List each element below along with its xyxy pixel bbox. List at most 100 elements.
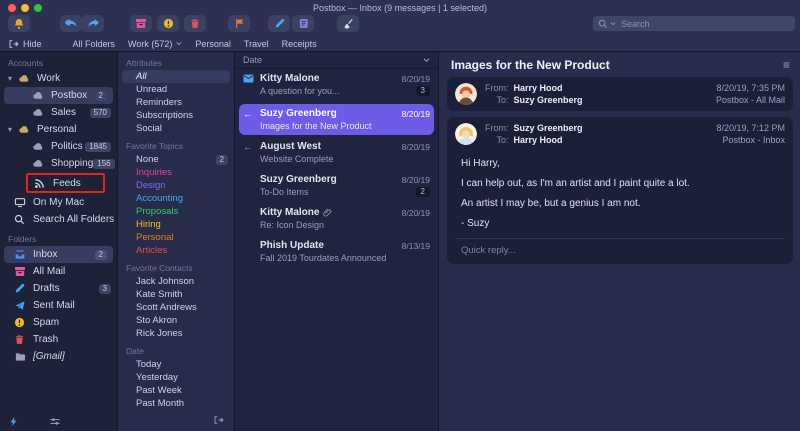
attribute-social[interactable]: Social <box>118 122 234 135</box>
sidebar-item-trash[interactable]: Trash <box>0 331 117 348</box>
attribute-reminders[interactable]: Reminders <box>118 96 234 109</box>
message-row-selected[interactable]: ← Suzy Greenberg 8/20/19 Images for the … <box>239 104 434 135</box>
search-field[interactable] <box>593 16 795 31</box>
cloud-folder-icon <box>32 90 45 102</box>
folder-label: Inbox <box>33 249 57 260</box>
sidebar-item-feeds[interactable]: Feeds <box>28 175 103 191</box>
filter-settings-button[interactable] <box>49 416 61 427</box>
message-row[interactable]: Phish Update 8/13/19 Fall 2019 Tourdates… <box>235 236 438 269</box>
sidebar-item-search-all-folders[interactable]: Search All Folders <box>0 211 117 228</box>
sidebar-item-politics[interactable]: Politics 1845 <box>0 138 117 155</box>
search-all-folders-label: Search All Folders <box>33 214 114 225</box>
folder-icon <box>14 351 27 363</box>
disclosure-triangle-icon[interactable]: ▾ <box>8 125 18 134</box>
sidebar-item-personal[interactable]: ▾ Personal <box>0 121 117 138</box>
contact-kate-smith[interactable]: Kate Smith <box>118 288 234 301</box>
sidebar-item-postbox[interactable]: Postbox 2 <box>4 87 113 104</box>
titlebar: Postbox — Inbox (9 messages | 1 selected… <box>0 0 800 13</box>
message-body: Hi Harry, I can help out, as I'm an arti… <box>455 145 785 229</box>
sidebar-item-sent-mail[interactable]: Sent Mail <box>0 297 117 314</box>
sender: Kitty Malone <box>260 207 319 218</box>
folder-label: Spam <box>33 317 59 328</box>
topic-hiring[interactable]: Hiring <box>118 218 234 231</box>
bell-icon <box>13 18 25 30</box>
unread-badge: 2 <box>95 250 107 260</box>
contact-rick-jones[interactable]: Rick Jones <box>118 327 234 340</box>
quick-reply-field[interactable]: Quick reply... <box>455 238 785 258</box>
archive-icon <box>135 18 147 29</box>
date-yesterday[interactable]: Yesterday <box>118 371 234 384</box>
filter-all-folders[interactable]: All Folders <box>73 39 116 49</box>
forward-button[interactable] <box>82 15 104 32</box>
message-list-sort-header[interactable]: Date <box>235 52 438 69</box>
hide-panel-button[interactable]: Hide <box>8 39 42 49</box>
flag-button[interactable] <box>228 15 250 32</box>
topic-proposals[interactable]: Proposals <box>118 205 234 218</box>
message-card-collapsed[interactable]: From: Harry Hood To: Suzy Greenberg 8/20… <box>447 77 793 111</box>
warning-icon <box>163 18 174 29</box>
attribute-unread[interactable]: Unread <box>118 83 234 96</box>
hide-facet-panel-button[interactable] <box>213 415 224 425</box>
topic-personal[interactable]: Personal <box>118 231 234 244</box>
unread-envelope-icon <box>243 74 254 83</box>
to-value: Suzy Greenberg <box>514 95 583 105</box>
delete-button[interactable] <box>184 15 206 32</box>
sidebar-item-shopping[interactable]: Shopping 156 <box>0 155 117 172</box>
spam-button[interactable] <box>157 15 179 32</box>
message-row[interactable]: Kitty Malone 8/20/19 A question for you.… <box>235 69 438 102</box>
compose-button[interactable] <box>268 15 290 32</box>
topic-accounting[interactable]: Accounting <box>118 192 234 205</box>
hamburger-menu-icon[interactable]: ≡ <box>783 59 790 71</box>
sidebar-item-gmail[interactable]: [Gmail] <box>0 348 117 365</box>
warning-icon <box>14 317 27 329</box>
sidebar-item-on-my-mac[interactable]: On My Mac <box>0 194 117 211</box>
topic-none[interactable]: None 2 <box>118 153 234 166</box>
sidebar-item-all-mail[interactable]: All Mail <box>0 263 117 280</box>
message-date: 8/20/19 <box>402 142 430 152</box>
message-header[interactable]: From: Suzy Greenberg To: Harry Hood 8/20… <box>455 123 785 145</box>
message-row[interactable]: ← August West 8/20/19 Website Complete <box>235 137 438 170</box>
to-label: To: <box>485 95 509 105</box>
toolbar <box>0 13 800 36</box>
contact-sto-akron[interactable]: Sto Akron <box>118 314 234 327</box>
folder-label: Sent Mail <box>33 300 75 311</box>
paper-plane-icon <box>14 300 27 312</box>
sidebar-item-inbox[interactable]: Inbox 2 <box>4 246 113 263</box>
filter-work[interactable]: Work (572) <box>128 39 182 49</box>
quick-post-button[interactable] <box>8 416 19 427</box>
reply-button[interactable] <box>60 15 82 32</box>
message-row[interactable]: Suzy Greenberg 8/20/19 To-Do Items 2 <box>235 170 438 203</box>
contact-jack-johnson[interactable]: Jack Johnson <box>118 275 234 288</box>
contact-scott-andrews[interactable]: Scott Andrews <box>118 301 234 314</box>
sidebar-item-work[interactable]: ▾ Work <box>0 70 117 87</box>
filter-personal[interactable]: Personal <box>195 39 231 49</box>
topic-design[interactable]: Design <box>118 179 234 192</box>
search-input[interactable] <box>619 18 790 30</box>
date-past-month[interactable]: Past Month <box>118 397 234 410</box>
sweep-button[interactable] <box>337 15 359 32</box>
avatar <box>455 83 477 105</box>
inbox-icon <box>14 249 27 261</box>
subject: To-Do Items <box>260 187 309 197</box>
sidebar-item-drafts[interactable]: Drafts 3 <box>0 280 117 297</box>
disclosure-triangle-icon[interactable]: ▾ <box>8 74 18 83</box>
topic-articles[interactable]: Articles <box>118 244 234 257</box>
date-today[interactable]: Today <box>118 358 234 371</box>
sender: Suzy Greenberg <box>260 174 337 185</box>
cloud-account-icon <box>18 124 31 136</box>
sidebar-item-spam[interactable]: Spam <box>0 314 117 331</box>
get-mail-button[interactable] <box>8 15 30 32</box>
filter-receipts[interactable]: Receipts <box>282 39 317 49</box>
attribute-subscriptions[interactable]: Subscriptions <box>118 109 234 122</box>
sidebar-item-sales[interactable]: Sales 570 <box>0 104 117 121</box>
message-row[interactable]: Kitty Malone 8/20/19 Re: Icon Design <box>235 203 438 236</box>
search-scope-chevron-icon[interactable] <box>610 21 616 26</box>
trash-icon <box>189 18 201 29</box>
topic-label: None <box>136 154 159 165</box>
date-past-week[interactable]: Past Week <box>118 384 234 397</box>
archive-button[interactable] <box>130 15 152 32</box>
contacts-button[interactable] <box>292 15 314 32</box>
filter-travel[interactable]: Travel <box>244 39 269 49</box>
topic-inquiries[interactable]: Inquiries <box>118 166 234 179</box>
attribute-all[interactable]: All <box>122 70 230 83</box>
